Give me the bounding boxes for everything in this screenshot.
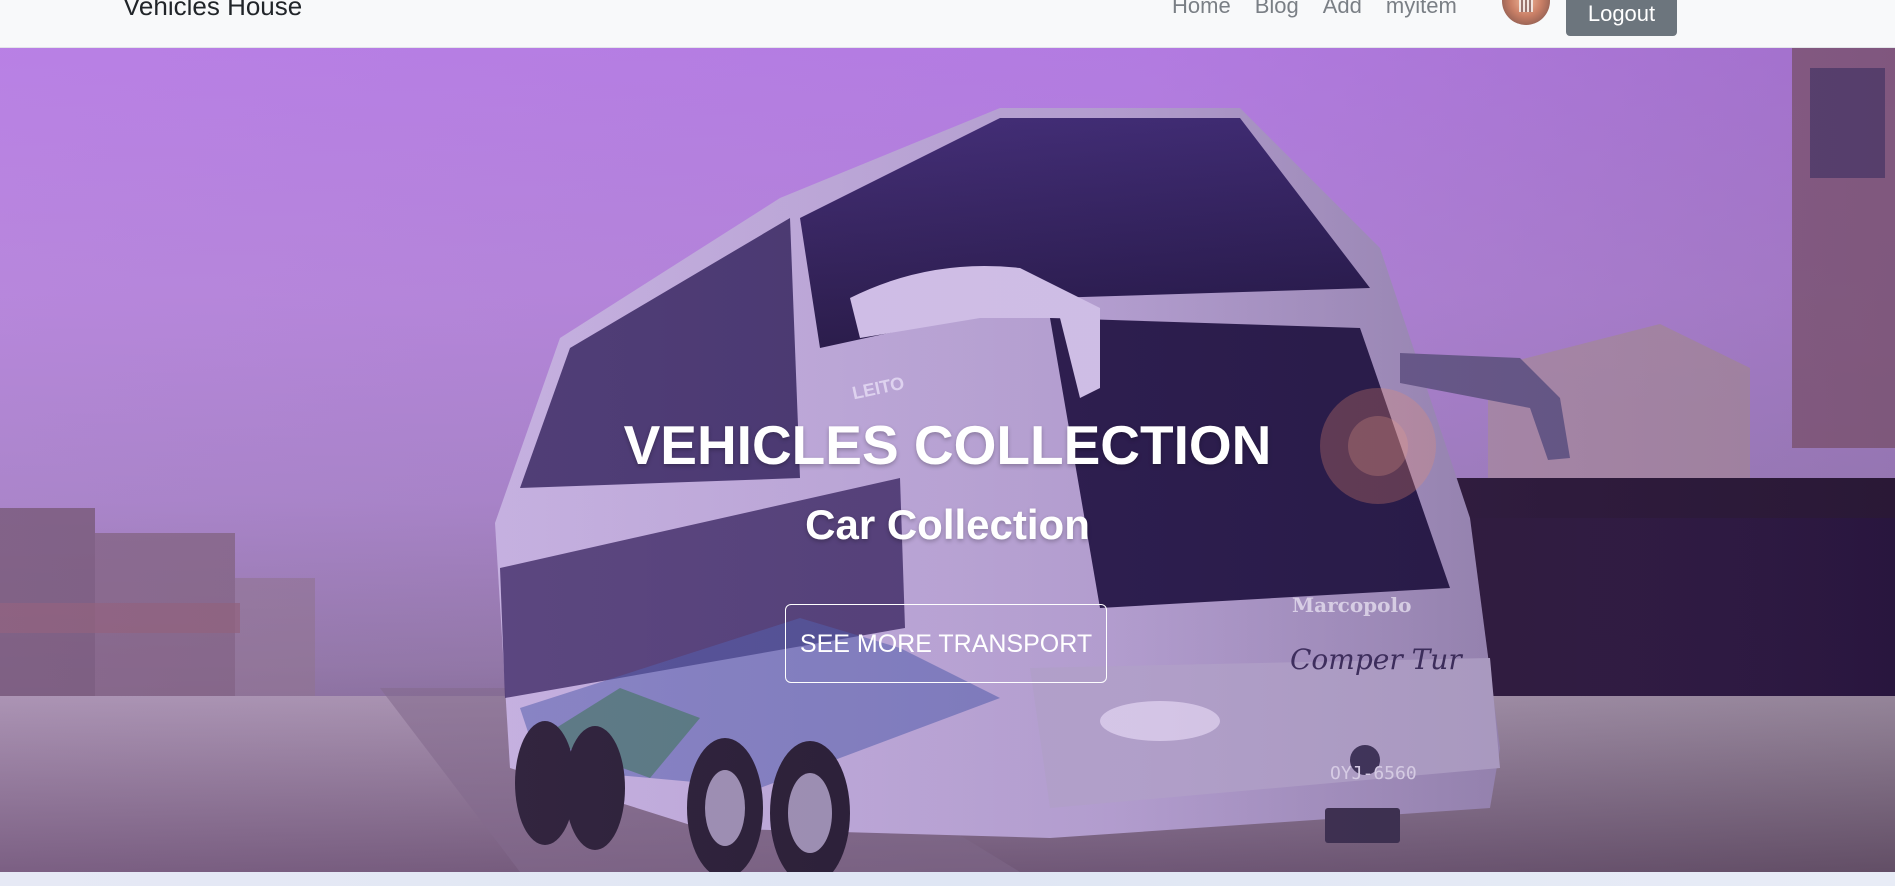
nav-links: Home Blog Add myitem <box>1172 0 1481 21</box>
top-navbar: Vehicles House Home Blog Add myitem Logo… <box>0 0 1895 48</box>
avatar-picture-icon <box>1519 0 1533 12</box>
nav-link-add[interactable]: Add <box>1323 0 1362 21</box>
logout-button[interactable]: Logout <box>1566 0 1677 36</box>
nav-link-blog[interactable]: Blog <box>1255 0 1299 21</box>
hero-subtitle: Car Collection <box>805 501 1090 548</box>
bus-plate-text: OYJ-6560 <box>1330 763 1417 784</box>
bus-livery-text: Comper Tur <box>1290 643 1462 676</box>
see-more-transport-button[interactable]: SEE MORE TRANSPORT <box>785 604 1107 683</box>
brand-logo-text[interactable]: Vehicles House <box>123 0 302 22</box>
page-bottom-edge <box>0 872 1895 886</box>
hero-banner: Marcopolo Comper Tur OYJ-6560 LEITO VEHI… <box>0 48 1895 872</box>
hero-title: VEHICLES COLLECTION <box>623 414 1272 476</box>
bus-brand-text: Marcopolo <box>1292 593 1412 617</box>
nav-link-home[interactable]: Home <box>1172 0 1231 21</box>
nav-link-myitem[interactable]: myitem <box>1386 0 1457 21</box>
user-avatar[interactable] <box>1502 0 1550 25</box>
